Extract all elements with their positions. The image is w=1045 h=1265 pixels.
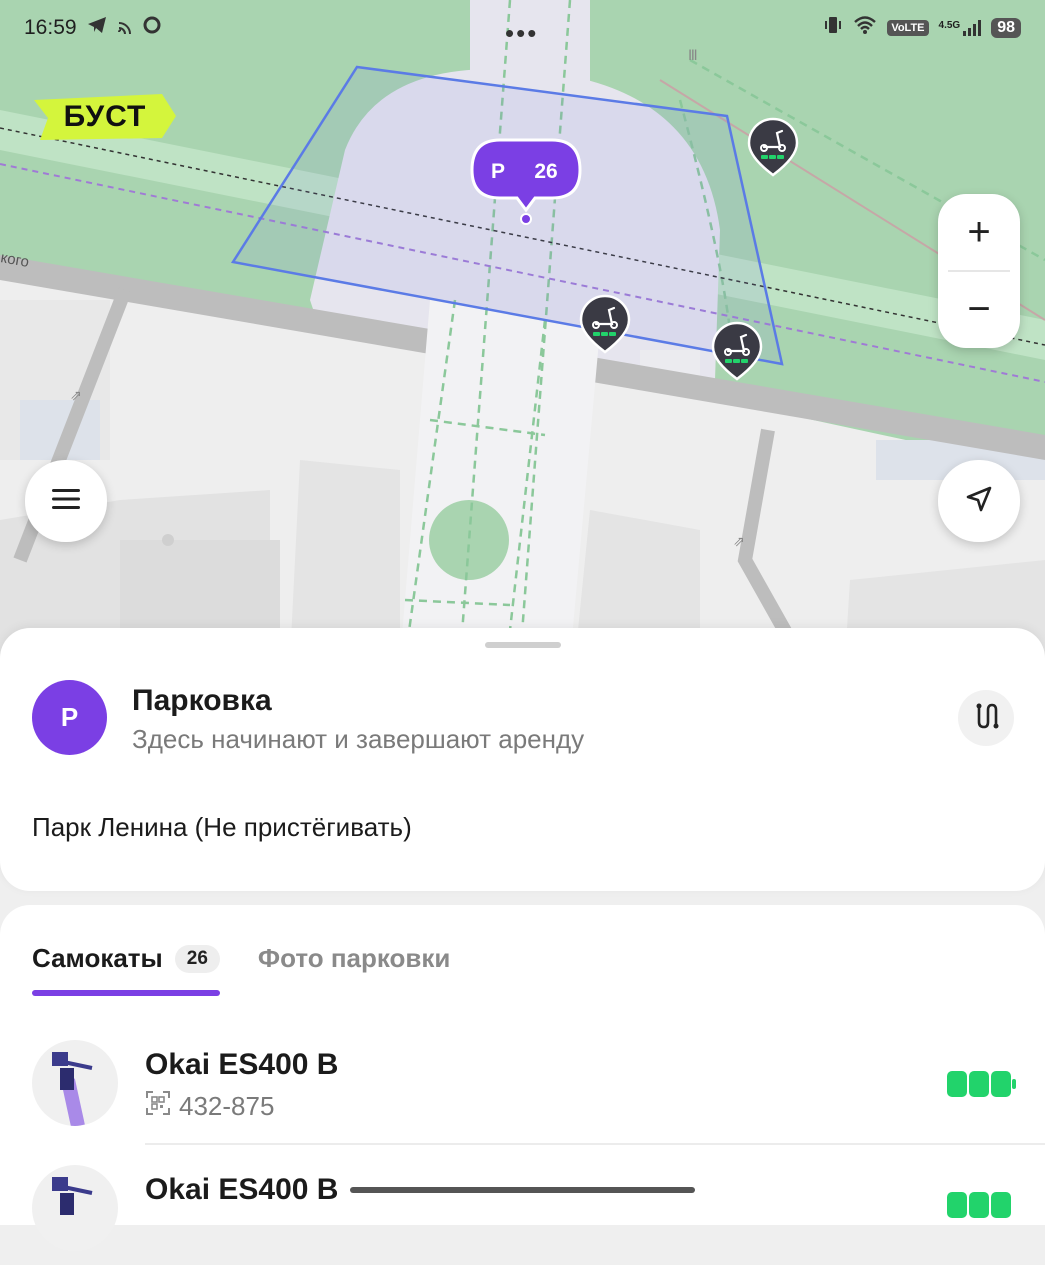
scooter-list-item[interactable]: Okai ES400 B 432-875 xyxy=(0,1040,1045,1140)
route-icon xyxy=(973,702,999,735)
tab-scooters-label: Самокаты xyxy=(32,943,163,973)
parking-marker-count: 26 xyxy=(534,160,557,183)
route-button[interactable] xyxy=(958,690,1014,746)
my-location-button[interactable] xyxy=(938,460,1020,542)
hamburger-icon xyxy=(51,488,81,515)
chat-icon xyxy=(143,16,161,40)
svg-text:⇗: ⇗ xyxy=(733,534,745,550)
qr-code-icon xyxy=(145,1090,171,1123)
navigation-arrow-icon xyxy=(965,485,993,518)
multiwindow-dots[interactable]: ••• xyxy=(505,18,538,49)
zoom-in-button[interactable]: + xyxy=(938,194,1020,271)
zoom-control: + − xyxy=(938,194,1020,348)
app-logo: БУСТ xyxy=(34,94,176,140)
scooter-image xyxy=(32,1040,118,1126)
parking-location-name: Парк Ленина (Не пристёгивать) xyxy=(32,812,412,842)
tab-parking-photo[interactable]: Фото парковки xyxy=(258,943,451,974)
network-label: 4.5G xyxy=(938,20,961,31)
telegram-icon xyxy=(87,16,107,40)
app-logo-text: БУСТ xyxy=(63,100,147,133)
parking-marker-letter: P xyxy=(491,160,505,183)
cast-icon xyxy=(117,16,133,40)
clock: 16:59 xyxy=(24,16,77,39)
scooter-model: Okai ES400 B xyxy=(145,1173,339,1206)
battery-indicator: 98 xyxy=(991,18,1021,38)
scooter-image xyxy=(32,1165,118,1251)
menu-button[interactable] xyxy=(25,460,107,542)
scooter-code-value: 432-875 xyxy=(179,1091,275,1121)
scooter-list-item[interactable]: Okai ES400 B xyxy=(0,1165,1045,1265)
tab-active-indicator xyxy=(32,990,220,996)
sheet-drag-handle[interactable] xyxy=(485,642,561,648)
parking-subtitle: Здесь начинают и завершают аренду xyxy=(132,724,585,754)
scooter-code: 432-875 xyxy=(145,1090,274,1123)
wifi-icon xyxy=(853,15,877,41)
svg-text:⇗: ⇗ xyxy=(70,388,82,404)
parking-title: Парковка xyxy=(132,684,272,717)
scooter-model: Okai ES400 B xyxy=(145,1048,339,1081)
list-divider xyxy=(145,1143,1045,1145)
scooter-battery-icon xyxy=(947,1192,1011,1218)
signal-icon: 4.5G xyxy=(939,20,982,36)
tab-scooters[interactable]: Самокаты 26 xyxy=(32,943,220,974)
scooters-count-badge: 26 xyxy=(174,944,220,973)
home-indicator[interactable] xyxy=(350,1187,695,1193)
vibrate-icon xyxy=(823,15,843,41)
volte-badge: VoLTE xyxy=(887,20,929,36)
scooter-battery-icon xyxy=(947,1071,1016,1097)
parking-avatar: P xyxy=(32,680,107,755)
zoom-out-button[interactable]: − xyxy=(938,271,1020,348)
parking-sheet: P Парковка Здесь начинают и завершают ар… xyxy=(0,628,1045,891)
